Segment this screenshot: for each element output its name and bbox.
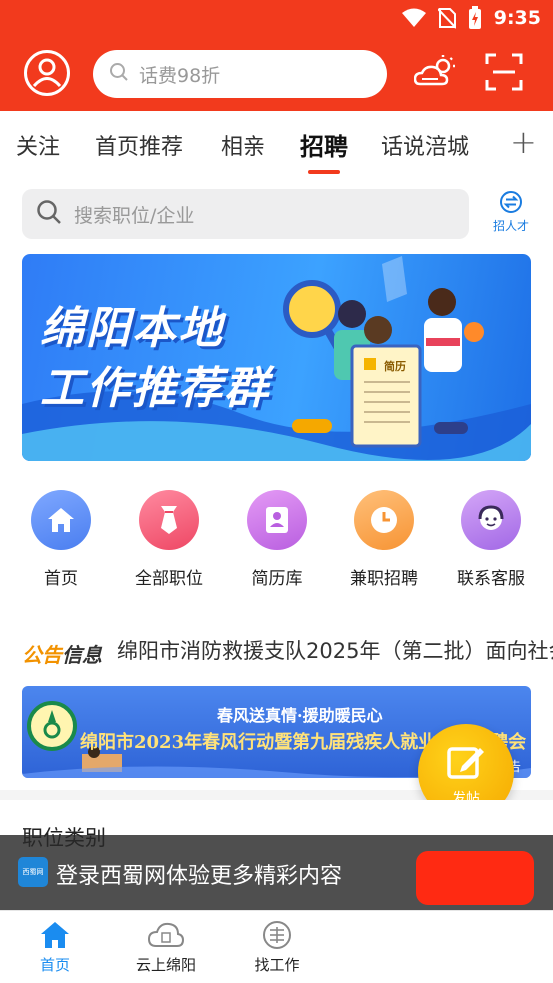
user-avatar-icon[interactable] <box>24 50 70 96</box>
active-tab-indicator <box>308 170 340 174</box>
top-search-placeholder: 话费98折 <box>139 64 221 87</box>
banner-title-line2: 工作推荐群 <box>40 363 270 414</box>
notice-tag-part1: 公告 <box>22 643 62 667</box>
job-group-banner[interactable]: 绵阳本地 工作推荐群 简历 <box>22 254 531 461</box>
notice-tag-part2: 信息 <box>62 643 102 667</box>
clock-icon <box>354 490 414 550</box>
quick-link-home[interactable]: 首页 <box>16 490 106 589</box>
job-icon <box>263 921 291 949</box>
job-fair-subtitle: 春风送真情·援助暖民心 <box>217 706 383 725</box>
login-button[interactable] <box>416 851 534 905</box>
tab-follow[interactable]: 关注 <box>16 129 60 161</box>
clock-time: 9:35 <box>493 7 541 29</box>
quick-link-label: 全部职位 <box>135 569 203 589</box>
recruit-talent-button[interactable]: 招人才 <box>486 191 536 234</box>
app-header: 话费98折 <box>0 36 553 111</box>
tie-icon <box>139 490 199 550</box>
add-tab-icon[interactable]: + <box>510 123 537 161</box>
notice-headline[interactable]: 绵阳市消防救援支队2025年（第二批）面向社会公开招聘 <box>117 635 553 665</box>
tab-recruitment[interactable]: 招聘 <box>300 127 348 162</box>
top-search-bar[interactable]: 话费98折 <box>93 50 387 98</box>
tab-home-recommend[interactable]: 首页推荐 <box>95 129 183 161</box>
support-icon <box>461 490 521 550</box>
quick-link-label: 简历库 <box>251 569 303 589</box>
resume-label: 简历 <box>384 360 406 373</box>
nav-item-label: 云上绵阳 <box>135 956 196 974</box>
banner-title-line1: 绵阳本地 <box>40 303 224 354</box>
quick-link-label: 首页 <box>44 569 78 589</box>
nav-item-cloud-mianyang[interactable]: 云上绵阳 <box>126 920 206 975</box>
weather-icon[interactable] <box>413 54 458 94</box>
cloud-icon <box>147 922 185 947</box>
switch-icon <box>500 191 522 213</box>
tab-fucheng-talk[interactable]: 话说涪城 <box>381 129 469 161</box>
login-prompt-text: 登录西蜀网体验更多精彩内容 <box>56 864 343 889</box>
tab-dating[interactable]: 相亲 <box>221 129 265 161</box>
quick-link-resume-bank[interactable]: 简历库 <box>232 490 322 589</box>
nav-item-label: 首页 <box>39 956 70 974</box>
quick-link-label: 联系客服 <box>457 569 525 589</box>
nav-item-home[interactable]: 首页 <box>15 920 95 975</box>
home-icon <box>31 490 91 550</box>
notice-tag: 公告信息 <box>22 639 102 668</box>
home-icon <box>41 922 69 948</box>
scan-icon[interactable] <box>485 52 523 96</box>
quick-link-label: 兼职招聘 <box>350 569 418 589</box>
edit-icon <box>447 747 484 779</box>
quick-link-part-time[interactable]: 兼职招聘 <box>339 490 429 589</box>
job-search-placeholder: 搜索职位/企业 <box>74 204 195 227</box>
resume-icon <box>247 490 307 550</box>
status-bar: 9:35 <box>0 0 553 36</box>
nav-item-find-job[interactable]: 找工作 <box>237 920 317 975</box>
quick-link-support[interactable]: 联系客服 <box>446 490 536 589</box>
app-logo: 西蜀网 <box>18 857 48 887</box>
nav-item-label: 找工作 <box>254 956 300 974</box>
quick-link-all-jobs[interactable]: 全部职位 <box>124 490 214 589</box>
category-tabs: 关注 首页推荐 相亲 招聘 话说涪城 + <box>0 111 553 177</box>
recruit-talent-label: 招人才 <box>492 219 529 233</box>
battery-charging-icon <box>468 6 482 30</box>
no-sim-icon <box>437 7 456 29</box>
job-search-input[interactable]: 搜索职位/企业 <box>22 189 469 239</box>
search-icon <box>109 62 129 87</box>
wifi-icon <box>401 8 426 28</box>
search-icon <box>36 199 62 230</box>
